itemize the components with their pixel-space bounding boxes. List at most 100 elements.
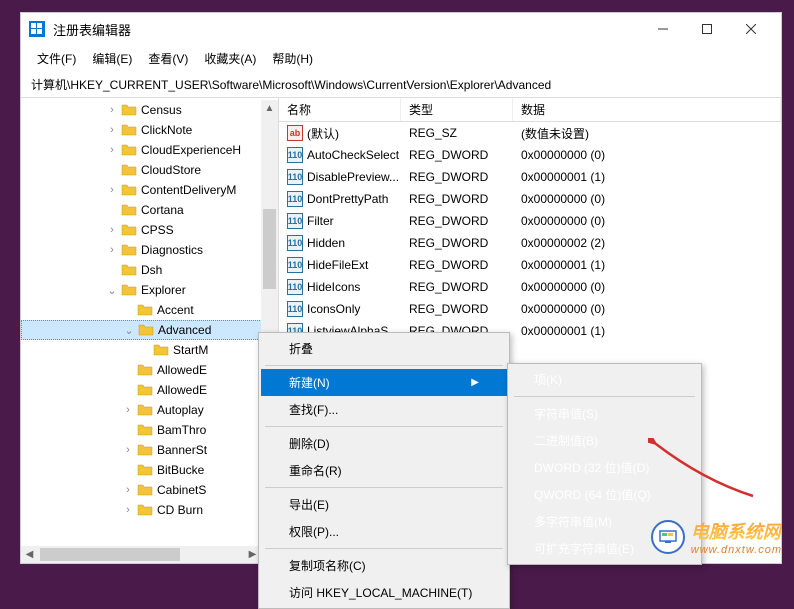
scroll-left-icon[interactable]: ◀ (21, 546, 38, 563)
context-menu-item[interactable]: 访问 HKEY_LOCAL_MACHINE(T) (261, 579, 507, 606)
tree-item[interactable]: ⌄Explorer (21, 280, 278, 300)
value-data: 0x00000002 (2) (513, 236, 781, 250)
context-menu-item[interactable]: 新建(N)▶项(K)字符串值(S)二进制值(B)DWORD (32 位)值(D)… (261, 369, 507, 396)
chevron-right-icon[interactable]: › (105, 243, 119, 257)
submenu-item[interactable]: 项(K) (510, 366, 699, 393)
menu-item[interactable]: 编辑(E) (84, 47, 140, 70)
chevron-right-icon[interactable]: › (121, 403, 135, 417)
chevron-right-icon[interactable]: › (105, 223, 119, 237)
menu-separator (265, 548, 503, 549)
tree-item[interactable]: StartM (21, 340, 278, 360)
chevron-right-icon[interactable]: › (105, 183, 119, 197)
tree-item[interactable]: ›CabinetS (21, 480, 278, 500)
tree-item[interactable]: Dsh (21, 260, 278, 280)
menu-item[interactable]: 文件(F) (29, 47, 84, 70)
tree-item[interactable]: AllowedE (21, 380, 278, 400)
list-body[interactable]: ab(默认)REG_SZ(数值未设置)110AutoCheckSelectREG… (279, 122, 781, 342)
tree-item[interactable]: Cortana (21, 200, 278, 220)
folder-icon (121, 283, 137, 297)
tree-item[interactable]: ›Census (21, 100, 278, 120)
tree-item[interactable]: ›BannerSt (21, 440, 278, 460)
registry-value-row[interactable]: 110HideFileExtREG_DWORD0x00000001 (1) (279, 254, 781, 276)
registry-value-row[interactable]: 110HideIconsREG_DWORD0x00000000 (0) (279, 276, 781, 298)
tree-item[interactable]: BitBucke (21, 460, 278, 480)
tree-scroll-horizontal[interactable]: ◀ ▶ (21, 546, 261, 563)
value-type: REG_DWORD (401, 192, 513, 206)
tree-item[interactable]: ›CD Burn (21, 500, 278, 520)
tree-item[interactable]: › ContentDeliveryM (21, 180, 278, 200)
dword-value-icon: 110 (287, 147, 303, 163)
col-data-header[interactable]: 数据 (513, 98, 781, 121)
registry-value-row[interactable]: 110DisablePreview...REG_DWORD0x00000001 … (279, 166, 781, 188)
registry-value-row[interactable]: 110HiddenREG_DWORD0x00000002 (2) (279, 232, 781, 254)
registry-value-row[interactable]: 110AutoCheckSelectREG_DWORD0x00000000 (0… (279, 144, 781, 166)
submenu-item[interactable]: QWORD (64 位)值(Q) (510, 481, 699, 508)
tree-item-label: ContentDeliveryM (141, 183, 236, 197)
tree-item[interactable]: BamThro (21, 420, 278, 440)
tree-item[interactable]: ⌄Advanced (21, 320, 278, 340)
chevron-right-icon[interactable]: › (105, 143, 119, 157)
tree-item[interactable]: ›Autoplay (21, 400, 278, 420)
close-button[interactable] (729, 15, 773, 43)
tree-item[interactable]: Accent (21, 300, 278, 320)
chevron-right-icon[interactable]: › (121, 483, 135, 497)
folder-icon (137, 383, 153, 397)
context-menu-item[interactable]: 查找(F)... (261, 396, 507, 423)
tree-pane[interactable]: ›Census›ClickNote›CloudExperienceHCloudS… (21, 98, 279, 563)
menu-item[interactable]: 帮助(H) (264, 47, 321, 70)
window-title: 注册表编辑器 (53, 20, 641, 39)
menu-item-label: 多字符串值(M) (534, 513, 612, 530)
menu-item[interactable]: 收藏夹(A) (196, 47, 264, 70)
menu-item-label: 重命名(R) (289, 462, 342, 479)
expander-spacer (121, 383, 135, 397)
tree-item-label: BitBucke (157, 463, 204, 477)
expander-spacer (137, 343, 151, 357)
tree-item[interactable]: ›Diagnostics (21, 240, 278, 260)
tree-item-label: Dsh (141, 263, 162, 277)
chevron-right-icon[interactable]: › (121, 503, 135, 517)
context-menu-item[interactable]: 权限(P)... (261, 518, 507, 545)
tree-item[interactable]: ›ClickNote (21, 120, 278, 140)
value-name: HideFileExt (307, 258, 368, 272)
context-menu-item[interactable]: 复制项名称(C) (261, 552, 507, 579)
tree-item[interactable]: CloudStore (21, 160, 278, 180)
registry-value-row[interactable]: ab(默认)REG_SZ(数值未设置) (279, 122, 781, 144)
chevron-right-icon[interactable]: › (121, 443, 135, 457)
context-menu-item[interactable]: 删除(D) (261, 430, 507, 457)
maximize-button[interactable] (685, 15, 729, 43)
minimize-button[interactable] (641, 15, 685, 43)
menu-item-label: 复制项名称(C) (289, 557, 366, 574)
address-bar[interactable]: 计算机\HKEY_CURRENT_USER\Software\Microsoft… (21, 72, 781, 98)
submenu-item[interactable]: DWORD (32 位)值(D) (510, 454, 699, 481)
scroll-up-icon[interactable]: ▲ (261, 100, 278, 117)
submenu-item[interactable]: 二进制值(B) (510, 427, 699, 454)
submenu-item[interactable]: 字符串值(S) (510, 400, 699, 427)
tree-item-label: BamThro (157, 423, 206, 437)
value-data: 0x00000001 (1) (513, 170, 781, 184)
dword-value-icon: 110 (287, 213, 303, 229)
scroll-thumb-h[interactable] (40, 548, 180, 561)
submenu-item[interactable]: 多字符串值(M) (510, 508, 699, 535)
chevron-down-icon[interactable]: ⌄ (105, 283, 119, 297)
chevron-right-icon[interactable]: › (105, 103, 119, 117)
folder-icon (121, 103, 137, 117)
registry-value-row[interactable]: 110FilterREG_DWORD0x00000000 (0) (279, 210, 781, 232)
submenu-item[interactable]: 可扩充字符串值(E) (510, 535, 699, 562)
chevron-right-icon[interactable]: › (105, 123, 119, 137)
tree-item[interactable]: AllowedE (21, 360, 278, 380)
context-menu-item[interactable]: 重命名(R) (261, 457, 507, 484)
registry-value-row[interactable]: 110IconsOnlyREG_DWORD0x00000000 (0) (279, 298, 781, 320)
context-menu-item[interactable]: 折叠 (261, 335, 507, 362)
expander-spacer (121, 463, 135, 477)
registry-value-row[interactable]: 110DontPrettyPathREG_DWORD0x00000000 (0) (279, 188, 781, 210)
scroll-thumb[interactable] (263, 209, 276, 289)
tree-item-label: Cortana (141, 203, 184, 217)
tree-item[interactable]: ›CPSS (21, 220, 278, 240)
context-menu-item[interactable]: 导出(E) (261, 491, 507, 518)
col-name-header[interactable]: 名称 (279, 98, 401, 121)
menu-item-label: 二进制值(B) (534, 432, 598, 449)
tree-item[interactable]: ›CloudExperienceH (21, 140, 278, 160)
col-type-header[interactable]: 类型 (401, 98, 513, 121)
chevron-down-icon[interactable]: ⌄ (122, 323, 136, 337)
menu-item[interactable]: 查看(V) (140, 47, 196, 70)
